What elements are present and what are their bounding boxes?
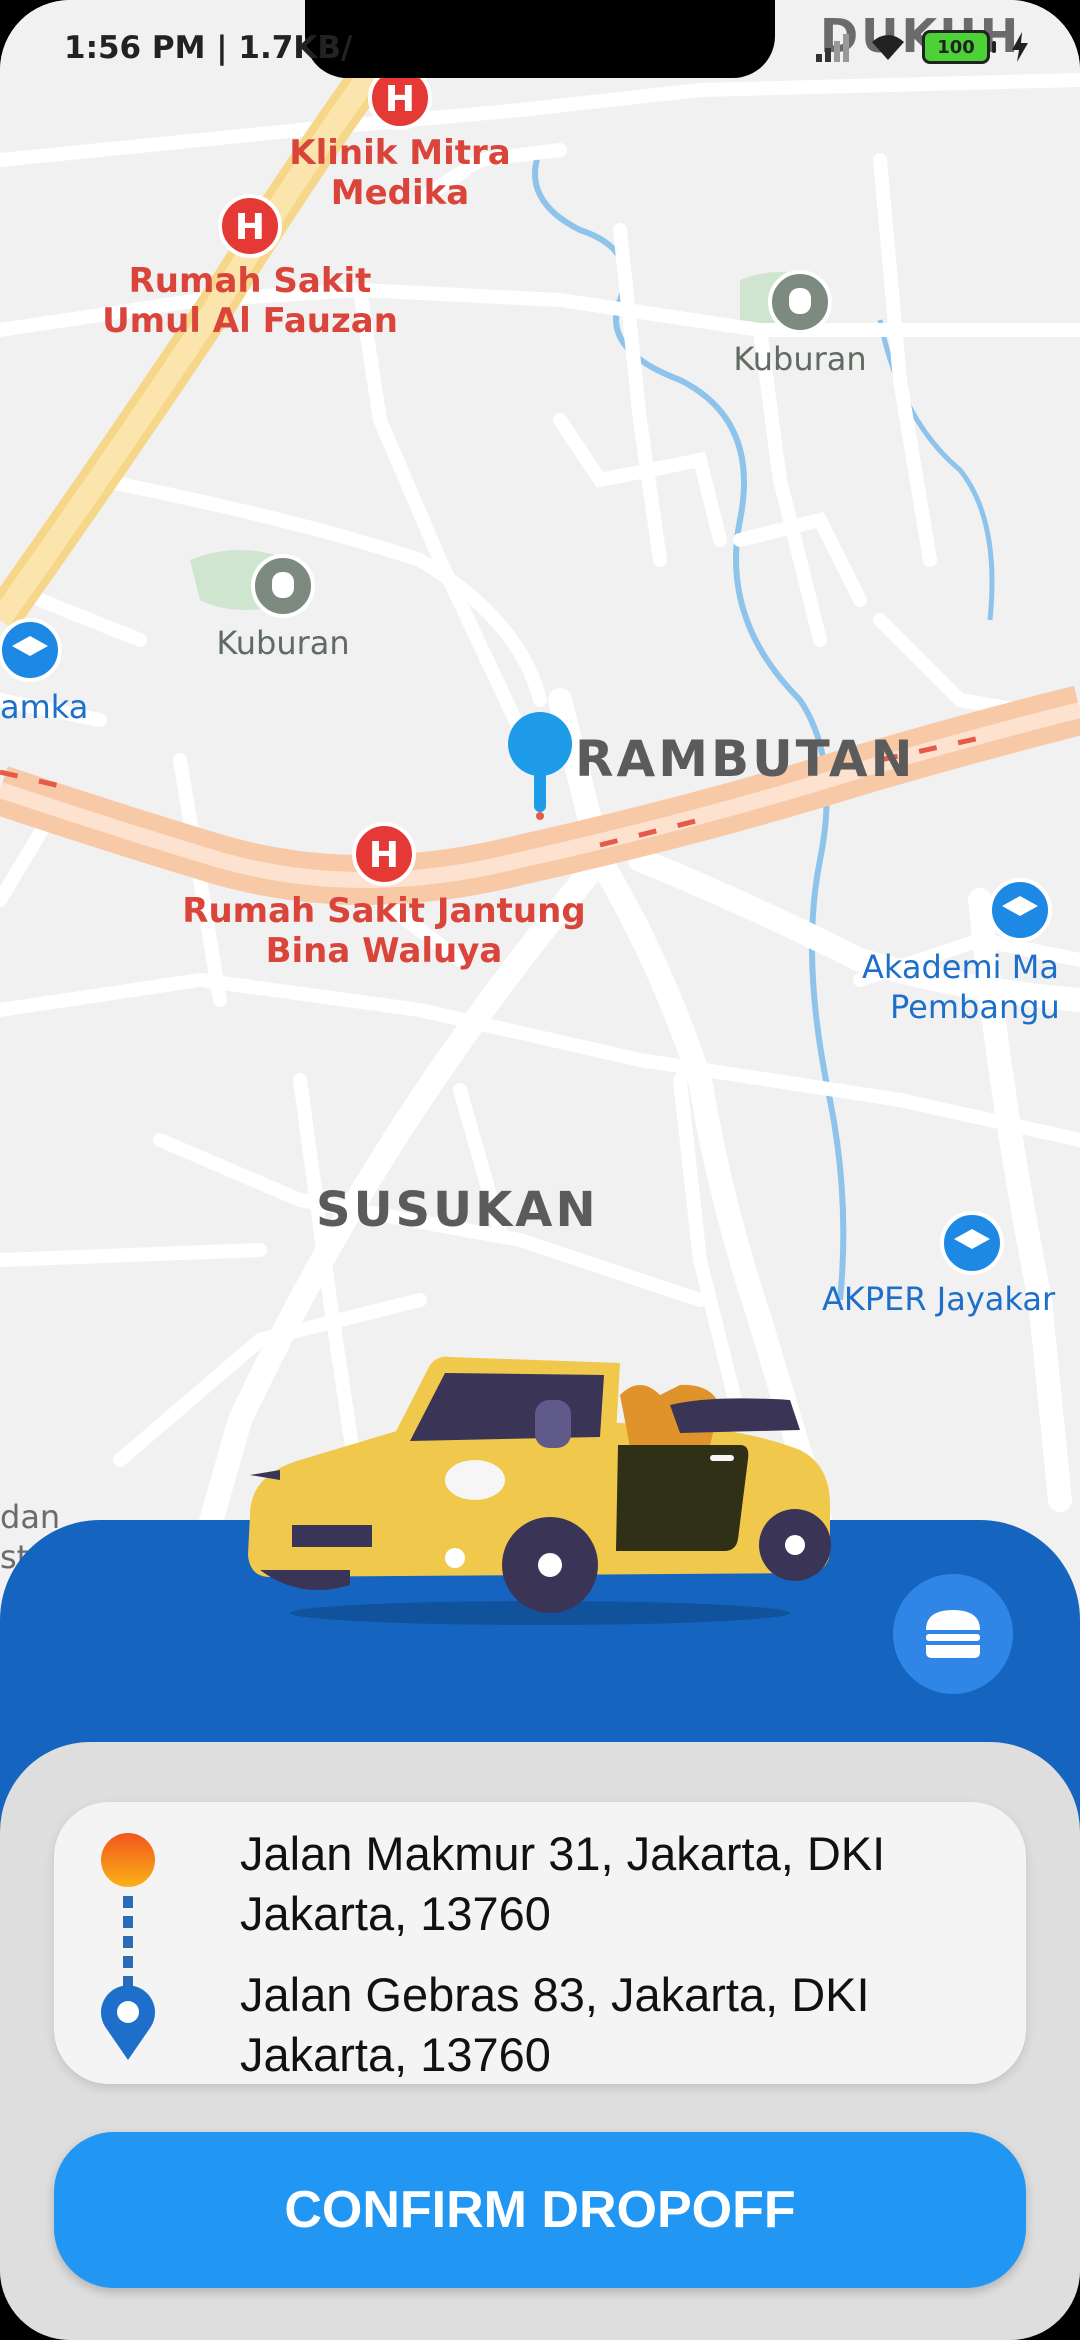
hamburger-menu-icon [926,1610,980,1658]
map-label-klinik-2: Medika [331,173,469,213]
map-label-akademi-2: Pembangu [890,988,1060,1026]
map-label-rs-jantung-2: Bina Waluya [266,931,503,971]
map-label-rambutan: RAMBUTAN [575,730,915,788]
origin-dot-icon [101,1833,155,1887]
map-label-susukan: SUSUKAN [316,1182,599,1238]
charging-icon [1012,32,1028,62]
convertible-car-illustration [248,1356,831,1625]
school-icon[interactable] [988,878,1052,942]
map-label-klinik: Klinik Mitra [289,133,510,173]
hospital-icon[interactable]: H [352,822,416,886]
camera-notch [305,0,775,78]
status-icons: 100 [814,30,1030,64]
app-screen: H H H DUKUH Klinik Mitra Medika Rumah Sa… [0,0,1080,2340]
pickup-address: Jalan Makmur 31, Jakarta, DKI Jakarta, 1… [240,1827,886,1940]
status-time: 1:56 PM | 1.7KB/ [64,30,353,66]
confirm-dropoff-button[interactable]: CONFIRM DROPOFF [54,2132,1026,2288]
map-label-dan: dan [0,1498,60,1536]
dropoff-address: Jalan Gebras 83, Jakarta, DKI Jakarta, 1… [240,1968,870,2081]
cemetery-icon[interactable] [768,270,832,334]
hamburger-menu-button[interactable] [893,1574,1013,1694]
map-label-akademi: Akademi Ma [862,948,1059,986]
svg-text:H: H [369,835,399,876]
svg-text:H: H [235,207,265,248]
map-label-rs-umul-2: Umul Al Fauzan [102,301,398,341]
route-indicator [101,1833,155,2060]
cemetery-icon[interactable] [251,554,315,618]
map-label-kuburan-left: Kuburan [216,624,349,662]
location-pin-icon [101,1985,155,2060]
map-label-rs-jantung: Rumah Sakit Jantung [182,891,585,931]
school-icon[interactable] [940,1211,1004,1275]
signal-icon [816,34,849,62]
school-icon[interactable] [0,618,62,682]
svg-text:H: H [385,79,415,120]
battery-icon: 100 [922,30,996,64]
map-label-akper: AKPER Jayakar [822,1280,1056,1318]
wifi-icon [872,35,904,60]
address-card[interactable]: Jalan Makmur 31, Jakarta, DKI Jakarta, 1… [54,1802,1026,2084]
map-label-kuburan-top: Kuburan [733,340,866,378]
map-label-amka: amka [0,688,88,726]
map-label-rs-umul: Rumah Sakit [129,261,372,301]
battery-level: 100 [922,30,990,64]
hospital-icon[interactable]: H [218,194,282,258]
